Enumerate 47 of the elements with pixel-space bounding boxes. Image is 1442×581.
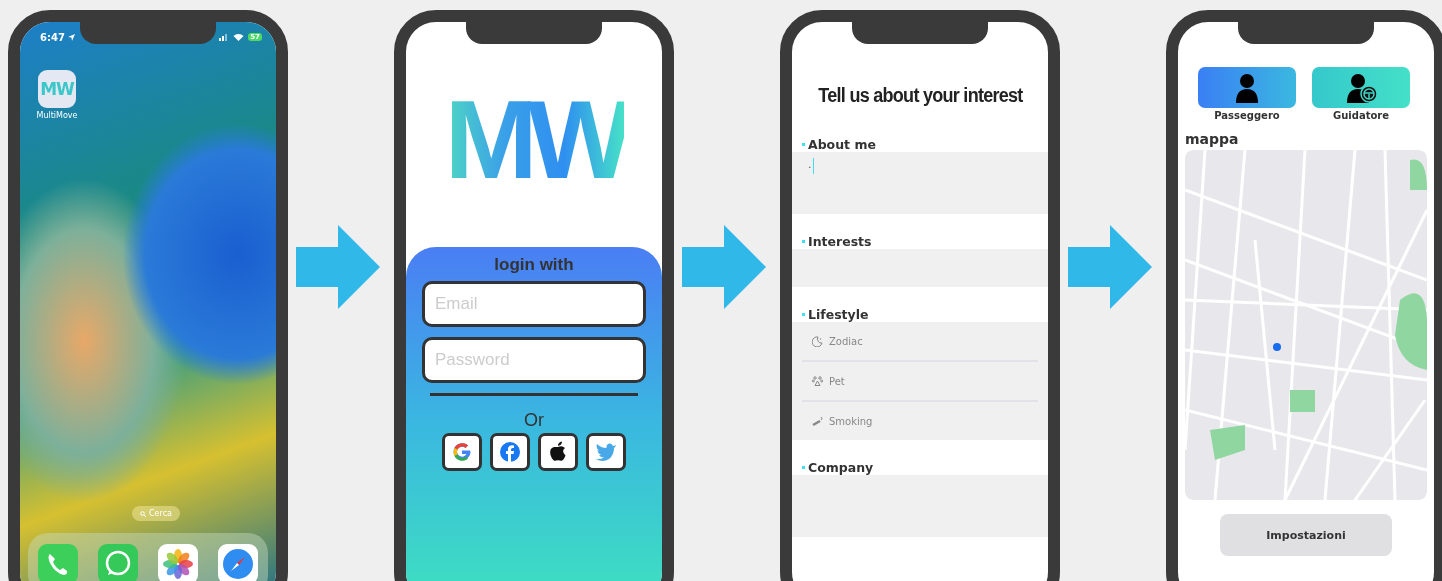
chat-app-icon[interactable] — [98, 544, 138, 581]
compass-app-icon[interactable] — [218, 544, 258, 581]
text-area[interactable]: . — [792, 152, 1048, 214]
section-label: Interests — [808, 233, 872, 249]
role-button[interactable] — [1312, 67, 1410, 108]
arrow-icon — [682, 225, 766, 309]
photos-app-icon[interactable] — [158, 544, 198, 581]
arrow-icon — [1068, 225, 1152, 309]
app-icon[interactable]: MW — [38, 70, 76, 108]
paw-icon — [812, 375, 823, 387]
social-login-button[interactable] — [586, 433, 626, 471]
option-row[interactable]: Smoking — [802, 402, 1038, 440]
google-icon — [451, 441, 473, 463]
divider-text: Or — [524, 410, 544, 431]
section-label: Lifestyle — [808, 306, 869, 322]
signal-icon — [219, 33, 230, 41]
arrow-icon — [296, 225, 380, 309]
social-login-button[interactable] — [538, 433, 578, 471]
search-icon — [140, 510, 147, 517]
driver-icon — [1344, 72, 1378, 103]
facebook-icon — [499, 441, 521, 463]
page-title: Tell us about your interest — [817, 84, 1023, 107]
status-time: 6:47 — [40, 31, 65, 43]
section-label: About me — [808, 136, 876, 152]
map-title: mappa — [1184, 130, 1240, 149]
wifi-icon — [233, 33, 245, 41]
option-label: Zodiac — [829, 335, 863, 347]
option-row[interactable]: Pet — [802, 362, 1038, 402]
option-label: Smoking — [829, 415, 873, 427]
search-pill[interactable]: Cerca — [132, 506, 180, 521]
section-label: Company — [808, 459, 874, 475]
role-label: Passeggero — [1214, 110, 1280, 121]
person-icon — [1233, 72, 1261, 103]
social-login-button[interactable] — [490, 433, 530, 471]
option-row[interactable]: Zodiac — [802, 322, 1038, 362]
login-heading: login with — [494, 255, 574, 275]
social-login-button[interactable] — [442, 433, 482, 471]
moon-icon — [812, 335, 823, 347]
bird-icon — [595, 442, 617, 462]
role-label: Guidatore — [1333, 110, 1389, 121]
location-arrow-icon — [67, 33, 75, 41]
option-label: Pet — [829, 375, 845, 387]
cigarette-icon — [812, 415, 823, 427]
app-label: MultiMove — [36, 111, 78, 120]
apple-icon — [548, 441, 568, 463]
role-button[interactable] — [1198, 67, 1296, 108]
settings-button[interactable]: Impostazioni — [1220, 514, 1392, 556]
